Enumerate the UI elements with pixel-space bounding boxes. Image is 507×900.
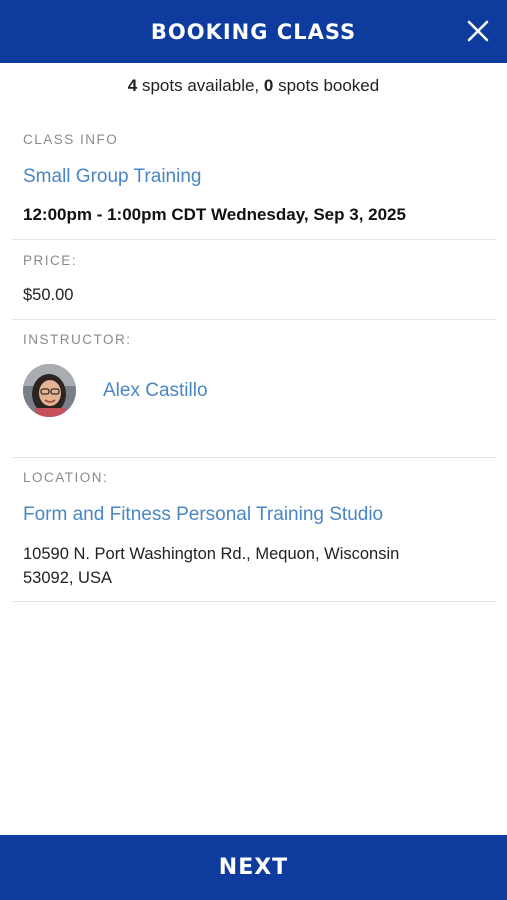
header-bar: BOOKING CLASS: [0, 0, 507, 63]
close-icon: [467, 20, 489, 42]
instructor-avatar-photo: [23, 364, 76, 417]
spots-available-count: 4: [127, 76, 138, 95]
availability-summary: 4 spots available, 0 spots booked: [0, 76, 507, 96]
class-name-link[interactable]: Small Group Training: [23, 166, 201, 188]
close-button[interactable]: [463, 16, 493, 46]
divider: [12, 319, 496, 320]
instructor-name-link[interactable]: Alex Castillo: [103, 380, 208, 402]
price-value: $50.00: [23, 286, 74, 304]
location-name-link[interactable]: Form and Fitness Personal Training Studi…: [23, 504, 383, 526]
class-datetime: 12:00pm - 1:00pm CDT Wednesday, Sep 3, 2…: [23, 205, 406, 224]
spots-booked-count: 0: [263, 76, 274, 95]
avatar[interactable]: [23, 364, 76, 417]
page-title: BOOKING CLASS: [150, 19, 357, 44]
instructor-label: INSTRUCTOR:: [23, 332, 132, 347]
next-button-label: NEXT: [218, 855, 289, 880]
location-address-line2: 53092, USA: [23, 569, 112, 587]
class-info-label: CLASS INFO: [23, 132, 119, 147]
divider: [12, 601, 496, 602]
next-button[interactable]: NEXT: [0, 835, 507, 900]
divider: [12, 457, 496, 458]
divider: [12, 239, 496, 240]
price-label: PRICE:: [23, 253, 78, 268]
spots-available-text: spots available,: [137, 76, 264, 95]
spots-booked-text: spots booked: [273, 76, 380, 95]
booking-class-screen: BOOKING CLASS 4 spots available, 0 spots…: [0, 0, 507, 900]
location-address-line1: 10590 N. Port Washington Rd., Mequon, Wi…: [23, 545, 400, 563]
location-label: LOCATION:: [23, 470, 109, 485]
